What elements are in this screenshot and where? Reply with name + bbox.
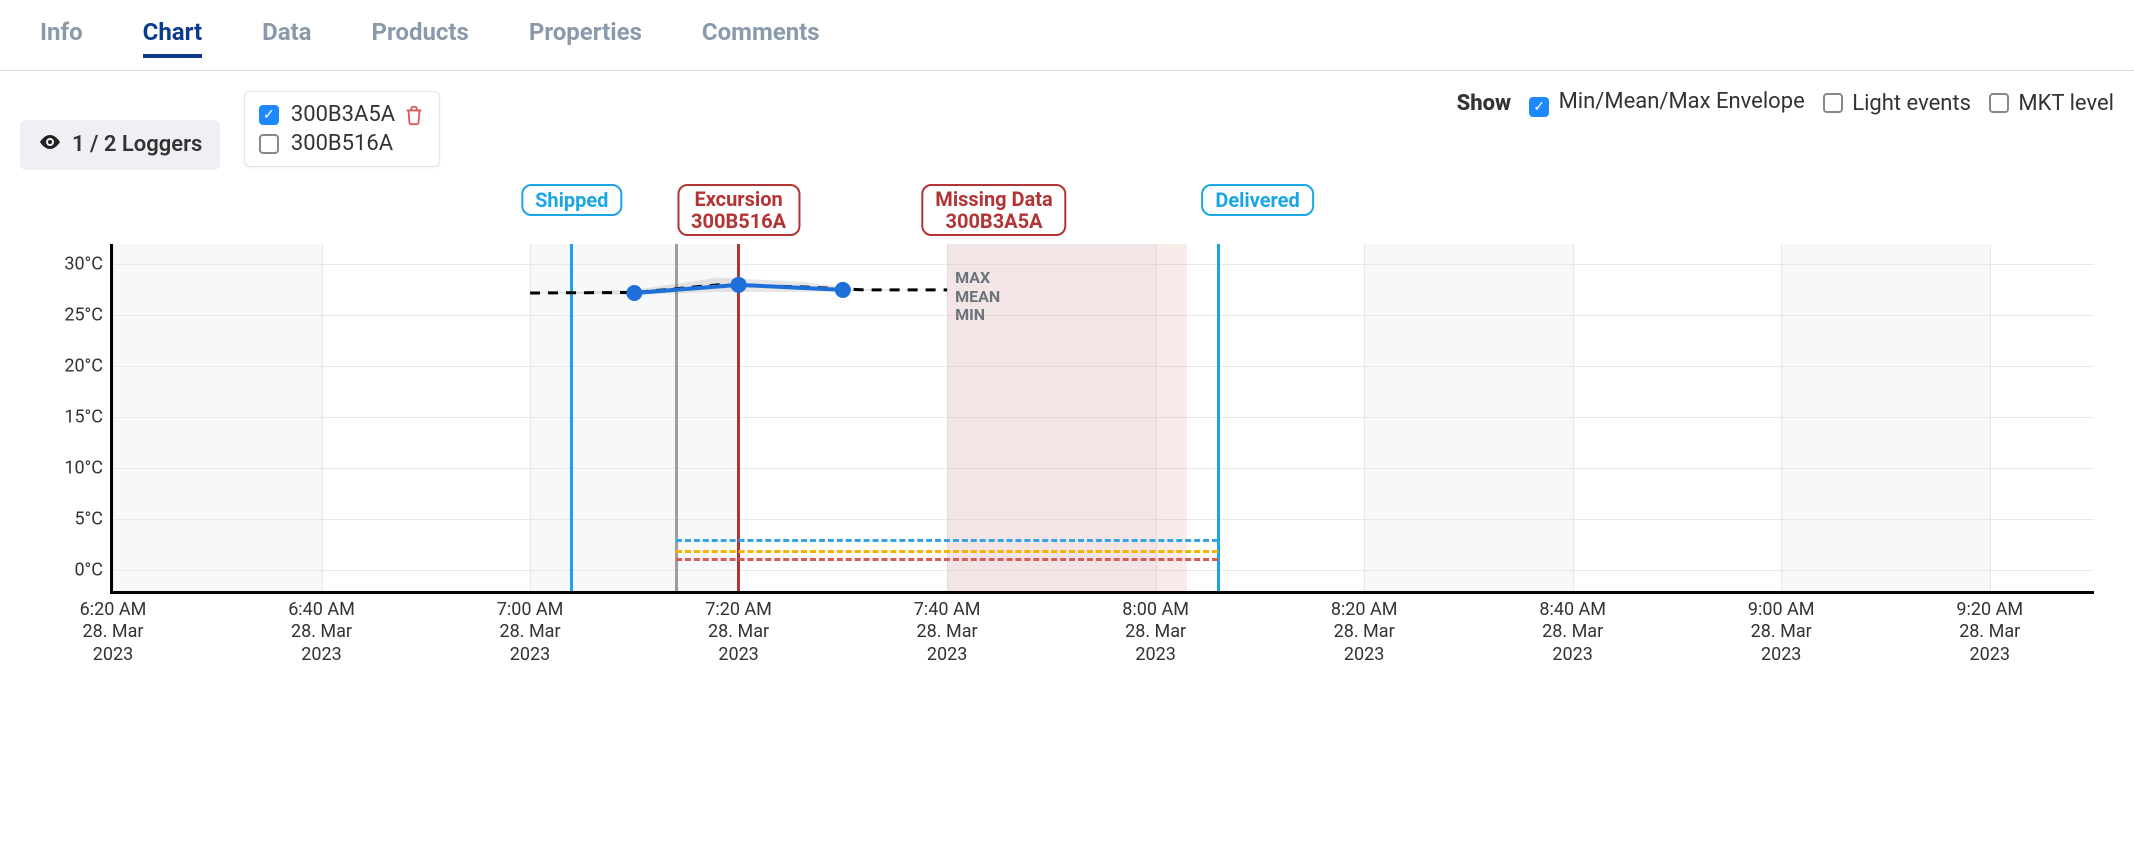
tab-info[interactable]: Info <box>40 18 83 58</box>
y-tick: 5°C <box>74 509 113 530</box>
logger-item-0[interactable]: ✓ 300B3A5A <box>259 100 425 129</box>
y-tick: 0°C <box>74 560 113 581</box>
plot-area[interactable]: 6:20 AM28. Mar20236:40 AM28. Mar20237:00… <box>110 244 2094 594</box>
logger-0-label: 300B3A5A <box>291 102 395 127</box>
envelope-labels: MAXMEANMIN <box>955 269 1000 324</box>
series-point[interactable] <box>626 284 642 300</box>
missing-label: Missing Data300B3A5A <box>921 184 1066 236</box>
show-options: Show ✓ Min/Mean/Max Envelope Light event… <box>1457 83 2114 117</box>
x-tick: 9:00 AM28. Mar2023 <box>1748 599 1815 667</box>
x-tick: 7:20 AM28. Mar2023 <box>705 599 772 667</box>
opt-light[interactable]: Light events <box>1823 91 1971 116</box>
x-tick: 7:00 AM28. Mar2023 <box>497 599 564 667</box>
y-tick: 25°C <box>64 304 113 325</box>
logger-list: ✓ 300B3A5A 300B516A <box>244 91 440 167</box>
tab-chart[interactable]: Chart <box>143 18 202 58</box>
checkbox-logger-0[interactable]: ✓ <box>259 105 279 125</box>
loggers-summary-text: 1 / 2 Loggers <box>72 132 202 157</box>
x-tick: 7:40 AM28. Mar2023 <box>914 599 981 667</box>
y-tick: 15°C <box>64 407 113 428</box>
logger-1-label: 300B516A <box>291 131 393 156</box>
opt-light-label: Light events <box>1852 91 1971 116</box>
series-point[interactable] <box>731 276 747 292</box>
tab-products[interactable]: Products <box>372 18 469 58</box>
checkbox-mkt[interactable] <box>1989 93 2009 113</box>
tabs: Info Chart Data Products Properties Comm… <box>0 0 2134 71</box>
y-tick: 20°C <box>64 355 113 376</box>
eye-icon <box>38 130 62 160</box>
x-tick: 8:00 AM28. Mar2023 <box>1122 599 1189 667</box>
trash-icon[interactable] <box>403 104 425 126</box>
checkbox-envelope[interactable]: ✓ <box>1529 97 1549 117</box>
checkbox-light[interactable] <box>1823 93 1843 113</box>
y-tick: 10°C <box>64 458 113 479</box>
y-tick: 30°C <box>64 253 113 274</box>
show-label: Show <box>1457 91 1511 116</box>
x-tick: 6:40 AM28. Mar2023 <box>288 599 355 667</box>
opt-envelope[interactable]: ✓ Min/Mean/Max Envelope <box>1529 89 1805 117</box>
tab-data[interactable]: Data <box>262 18 311 58</box>
checkbox-logger-1[interactable] <box>259 134 279 154</box>
x-tick: 8:20 AM28. Mar2023 <box>1331 599 1398 667</box>
loggers-summary[interactable]: 1 / 2 Loggers <box>20 120 220 170</box>
x-tick: 6:20 AM28. Mar2023 <box>80 599 147 667</box>
event-delivered-label: Delivered <box>1201 184 1313 216</box>
x-tick: 8:40 AM28. Mar2023 <box>1539 599 1606 667</box>
opt-mkt-label: MKT level <box>2018 91 2114 116</box>
logger-item-1[interactable]: 300B516A <box>259 129 425 158</box>
tab-properties[interactable]: Properties <box>529 18 642 58</box>
opt-envelope-label: Min/Mean/Max Envelope <box>1559 89 1805 114</box>
subbar: 1 / 2 Loggers ✓ 300B3A5A 300B516A Show ✓… <box>0 71 2134 170</box>
opt-mkt[interactable]: MKT level <box>1989 91 2114 116</box>
series-point[interactable] <box>835 281 851 297</box>
chart: 6:20 AM28. Mar2023 6:40 AM28. Mar2023 7:00… <box>20 184 2114 704</box>
event-shipped-label: Shipped <box>521 184 622 216</box>
series-svg <box>113 244 2094 591</box>
event-excursion-label: Excursion300B516A <box>677 184 800 236</box>
x-tick: 9:20 AM28. Mar2023 <box>1956 599 2023 667</box>
tab-comments[interactable]: Comments <box>702 18 820 58</box>
